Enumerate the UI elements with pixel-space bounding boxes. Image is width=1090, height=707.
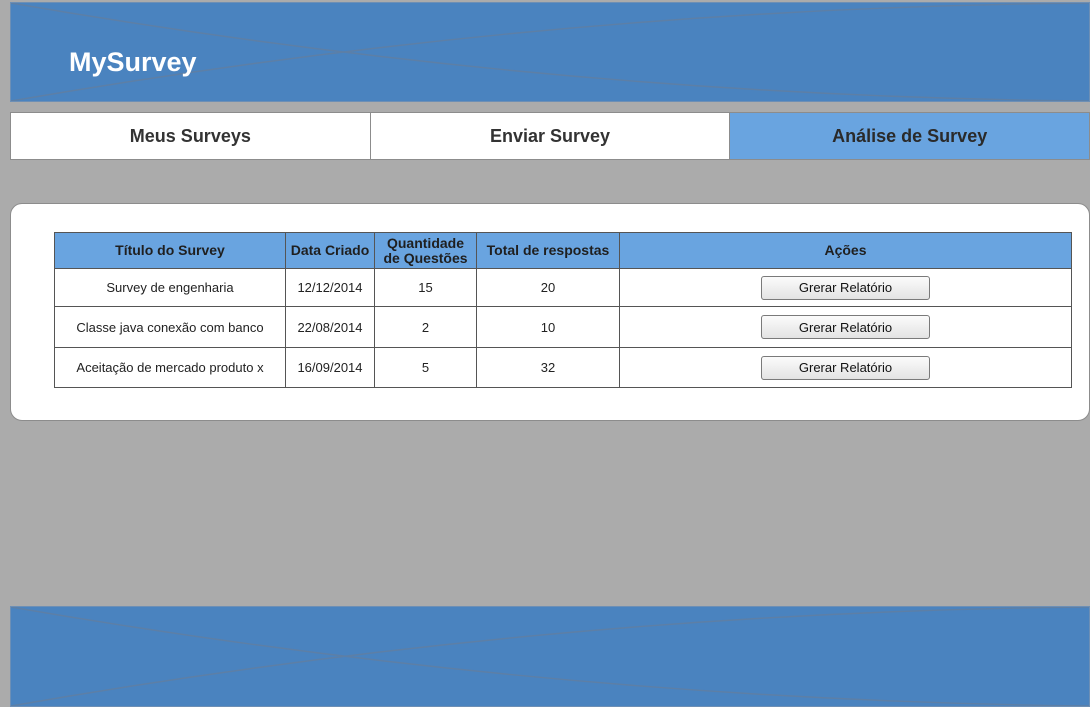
- generate-report-button[interactable]: Grerar Relatório: [761, 275, 930, 300]
- survey-questions-cell: 2: [374, 306, 477, 348]
- column-header-date: Data Criado: [285, 232, 375, 269]
- table-header-row: Título do Survey Data Criado Quantidade …: [54, 232, 1072, 269]
- survey-actions-cell: Grerar Relatório: [619, 306, 1072, 348]
- survey-responses-cell: 32: [476, 347, 620, 388]
- column-header-actions: Ações: [619, 232, 1072, 269]
- survey-responses-cell: 20: [476, 268, 620, 307]
- table-row: Aceitação de mercado produto x 16/09/201…: [54, 347, 1072, 388]
- tab-meus-surveys[interactable]: Meus Surveys: [10, 112, 371, 160]
- generate-report-button[interactable]: Grerar Relatório: [761, 315, 930, 339]
- footer-placeholder-cross: [11, 607, 1089, 706]
- survey-date-cell: 12/12/2014: [285, 268, 375, 307]
- main-nav-tabs: Meus Surveys Enviar Survey Análise de Su…: [10, 112, 1090, 160]
- survey-title-cell: Aceitação de mercado produto x: [54, 347, 286, 388]
- survey-actions-cell: Grerar Relatório: [619, 268, 1072, 307]
- survey-date-cell: 22/08/2014: [285, 306, 375, 348]
- tab-enviar-survey[interactable]: Enviar Survey: [370, 112, 731, 160]
- survey-title-cell: Classe java conexão com banco: [54, 306, 286, 348]
- header-banner: MySurvey: [10, 2, 1090, 102]
- footer-banner: [10, 606, 1090, 707]
- column-header-questions: Quantidade de Questões: [374, 232, 477, 269]
- survey-questions-cell: 15: [374, 268, 477, 307]
- survey-responses-cell: 10: [476, 306, 620, 348]
- column-header-responses: Total de respostas: [476, 232, 620, 269]
- survey-table: Título do Survey Data Criado Quantidade …: [54, 232, 1072, 388]
- column-header-title: Título do Survey: [54, 232, 286, 269]
- app-title: MySurvey: [69, 47, 197, 77]
- table-row: Survey de engenharia 12/12/2014 15 20 Gr…: [54, 268, 1072, 307]
- tab-analise-de-survey[interactable]: Análise de Survey: [730, 112, 1090, 160]
- survey-title-cell: Survey de engenharia: [54, 268, 286, 307]
- survey-actions-cell: Grerar Relatório: [619, 347, 1072, 388]
- survey-date-cell: 16/09/2014: [285, 347, 375, 388]
- table-row: Classe java conexão com banco 22/08/2014…: [54, 306, 1072, 348]
- survey-questions-cell: 5: [374, 347, 477, 388]
- generate-report-button[interactable]: Grerar Relatório: [761, 355, 930, 380]
- survey-analysis-panel: Título do Survey Data Criado Quantidade …: [10, 203, 1090, 421]
